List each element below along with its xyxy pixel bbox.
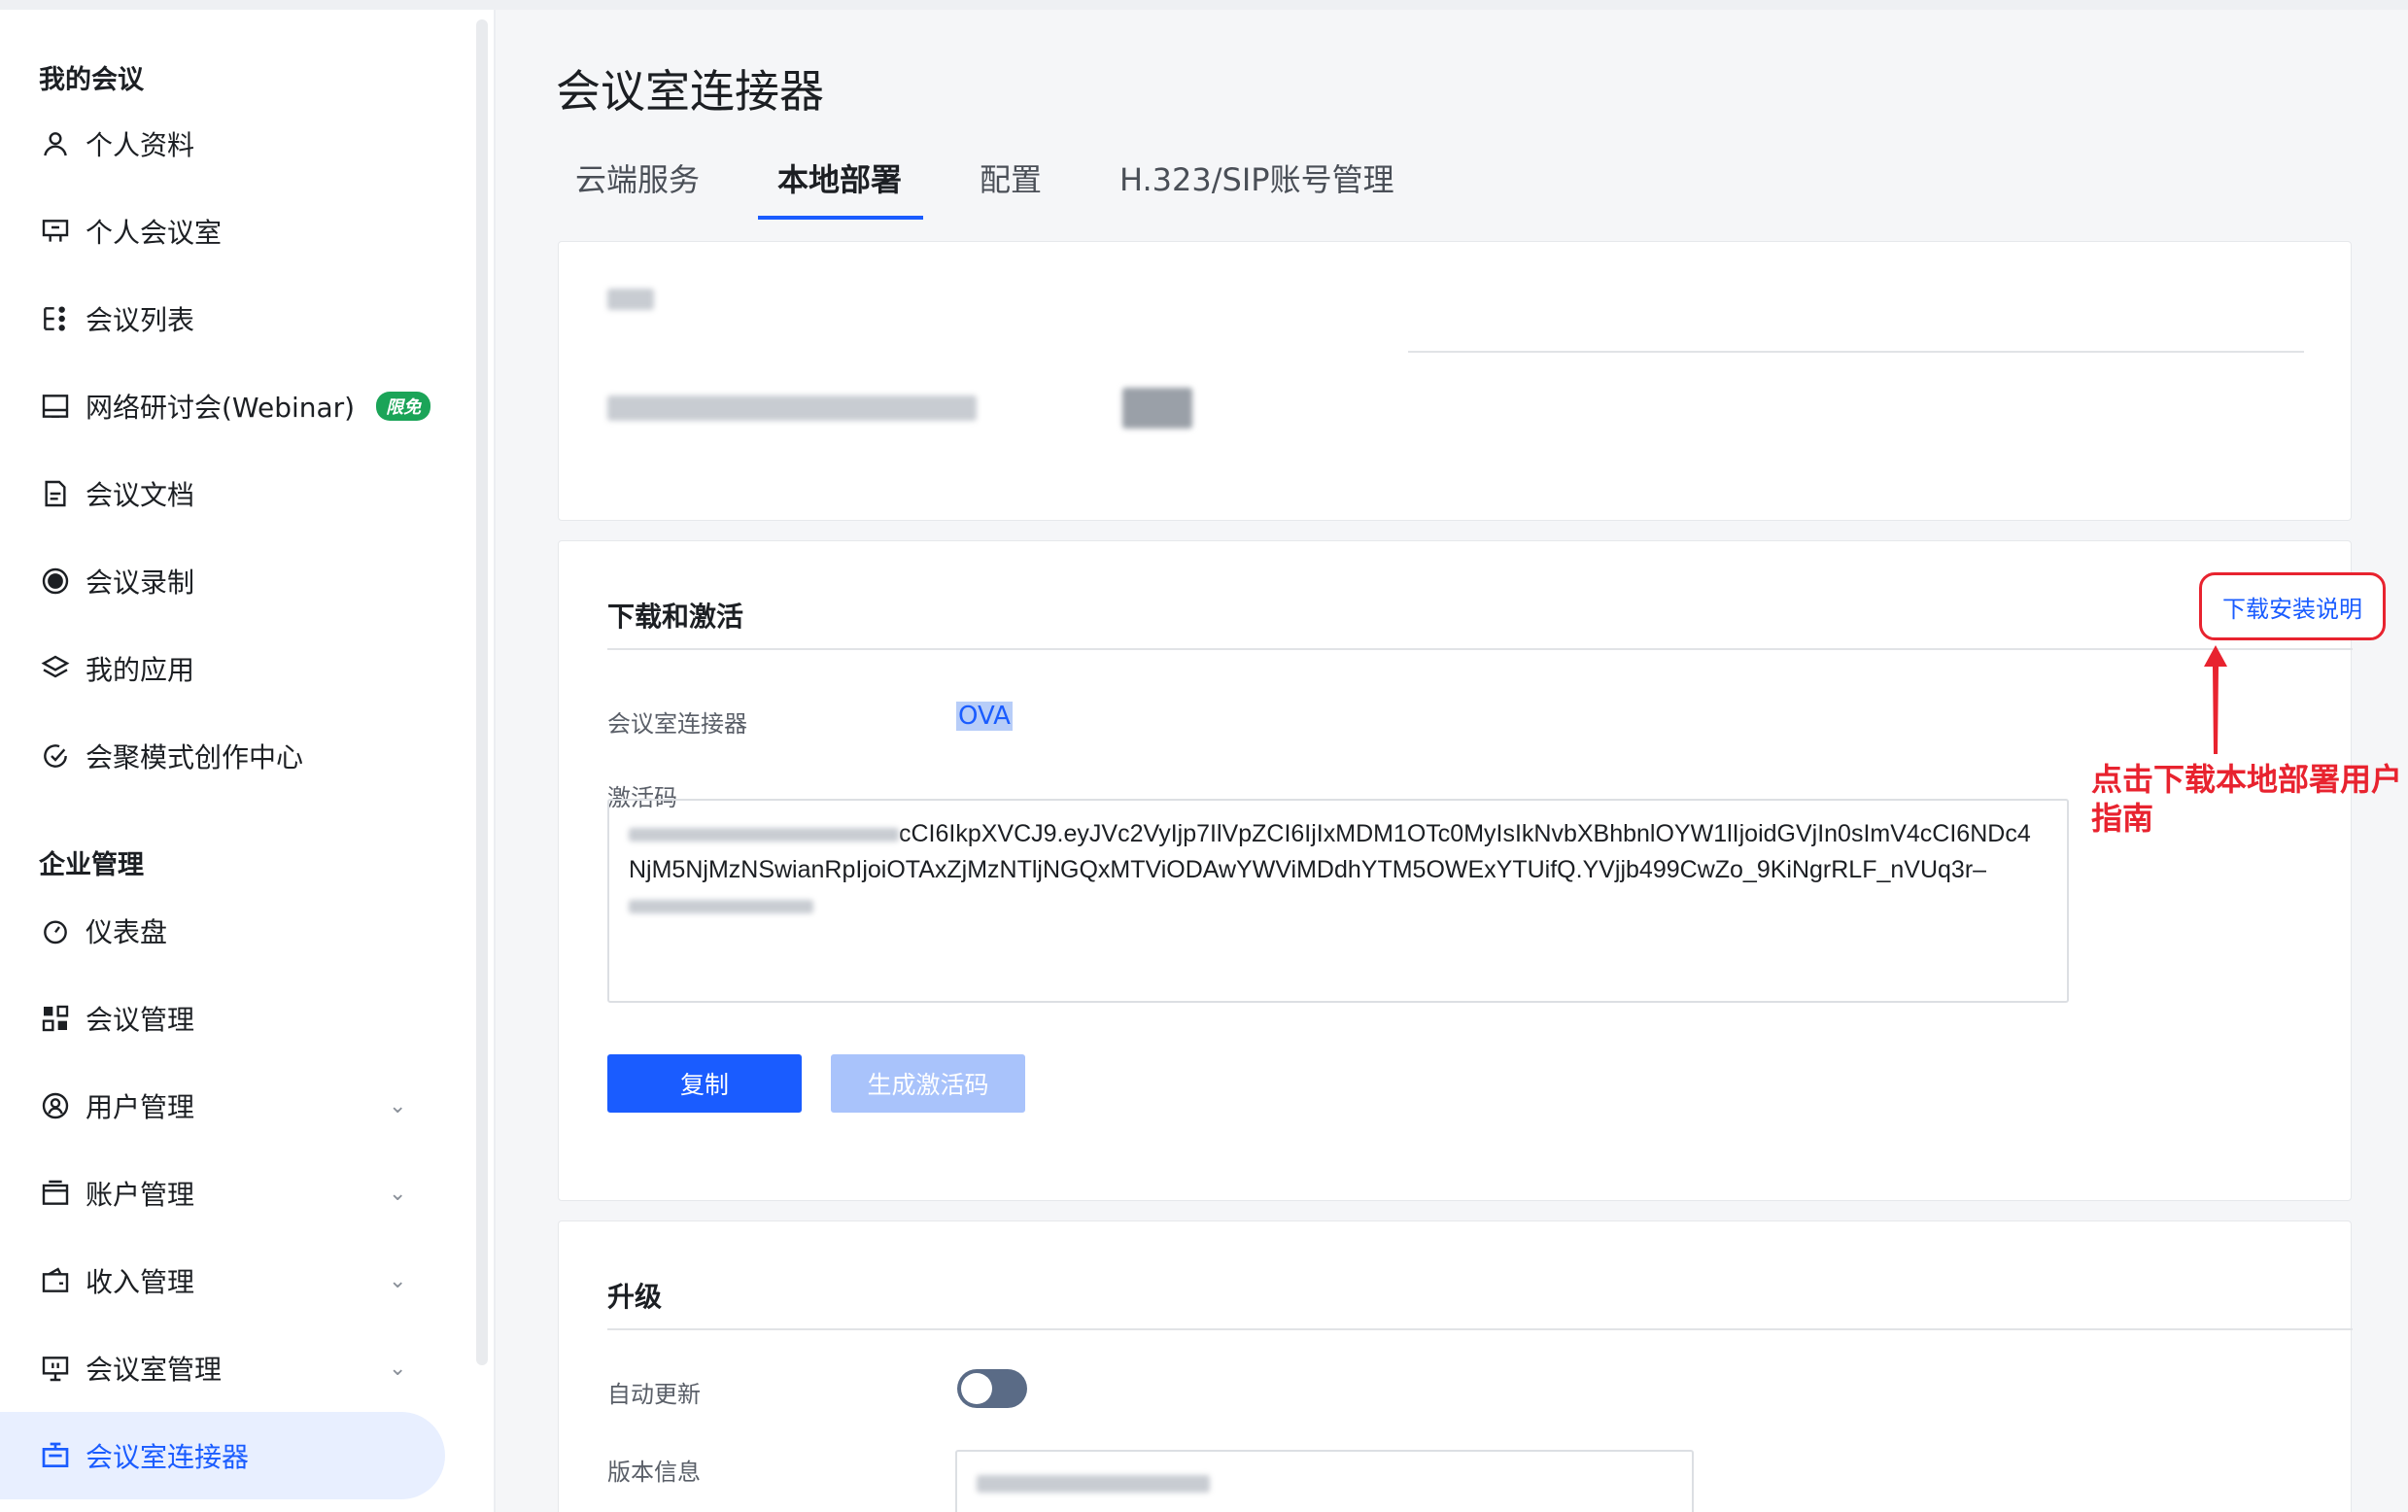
- sidebar-item-label: 收入管理: [86, 1266, 195, 1298]
- sidebar-item-room-manage[interactable]: 会议室管理 ⌄: [0, 1324, 445, 1412]
- sidebar: 我的会议 个人资料 个人会议室 会议列表 网络研讨会(Webinar) 限免 会…: [0, 10, 496, 1512]
- connector-type-value[interactable]: OVA: [956, 702, 1013, 731]
- webinar-icon: [39, 390, 72, 423]
- divider: [607, 1328, 2353, 1330]
- annotation-text: 点击下载本地部署用户指南: [2091, 761, 2403, 837]
- sidebar-item-label: 会聚模式创作中心: [86, 741, 304, 773]
- divider: [607, 648, 2353, 650]
- account-icon: [39, 1177, 72, 1210]
- annotation-arrow-icon: [2204, 645, 2227, 754]
- apps-icon: [39, 652, 72, 685]
- sidebar-item-label: 账户管理: [86, 1179, 195, 1211]
- sidebar-item-webinar[interactable]: 网络研讨会(Webinar) 限免: [0, 362, 445, 450]
- connector-icon: [39, 1439, 72, 1472]
- tab-local-deploy[interactable]: 本地部署: [777, 155, 902, 200]
- document-icon: [39, 477, 72, 510]
- record-icon: [39, 565, 72, 598]
- tab-sip-accounts[interactable]: H.323/SIP账号管理: [1119, 155, 1394, 200]
- sidebar-item-label: 网络研讨会(Webinar): [86, 392, 356, 424]
- connector-label: 会议室连接器: [607, 710, 747, 738]
- activation-code-textarea[interactable]: cCI6IkpXVCJ9.eyJVc2VyIjp7IlVpZCI6IjIxMDM…: [607, 799, 2069, 1003]
- sidebar-item-label: 会议文档: [86, 479, 195, 511]
- grid-icon: [39, 1002, 72, 1035]
- upgrade-card: 升级 自动更新 版本信息: [558, 1220, 2353, 1512]
- sidebar-scrollbar[interactable]: [476, 19, 488, 1365]
- sidebar-item-recording[interactable]: 会议录制: [0, 537, 445, 625]
- sidebar-item-label: 会议室连接器: [86, 1441, 250, 1473]
- dashboard-icon: [39, 914, 72, 947]
- redacted-text: [607, 289, 654, 310]
- sidebar-item-creation-center[interactable]: 会聚模式创作中心: [0, 712, 445, 800]
- download-guide-button[interactable]: 下载安装说明: [2199, 572, 2386, 640]
- sidebar-item-label: 个人资料: [86, 129, 195, 161]
- version-label: 版本信息: [607, 1459, 701, 1486]
- auto-update-toggle[interactable]: [957, 1369, 1027, 1408]
- sidebar-item-revenue-manage[interactable]: 收入管理 ⌄: [0, 1237, 445, 1324]
- meeting-room-icon: [39, 215, 72, 248]
- sidebar-item-label: 会议录制: [86, 567, 195, 599]
- section-enterprise: 企业管理: [39, 850, 144, 880]
- sidebar-item-my-apps[interactable]: 我的应用: [0, 625, 445, 712]
- sidebar-item-dashboard[interactable]: 仪表盘: [0, 887, 445, 975]
- info-card: [558, 241, 2352, 521]
- redacted-text: [607, 395, 977, 421]
- sidebar-item-account-manage[interactable]: 账户管理 ⌄: [0, 1150, 445, 1237]
- sidebar-item-personal-room[interactable]: 个人会议室: [0, 188, 445, 275]
- list-icon: [39, 302, 72, 335]
- creation-icon: [39, 739, 72, 773]
- tab-config[interactable]: 配置: [980, 155, 1042, 200]
- user-icon: [39, 127, 72, 160]
- room-manage-icon: [39, 1352, 72, 1385]
- generate-code-button[interactable]: 生成激活码: [831, 1054, 1025, 1113]
- sidebar-item-profile[interactable]: 个人资料: [0, 100, 445, 188]
- sidebar-item-label: 仪表盘: [86, 916, 168, 948]
- active-tab-indicator: [758, 216, 923, 220]
- redacted-text: [629, 828, 899, 842]
- toggle-knob: [961, 1373, 992, 1404]
- chevron-down-icon[interactable]: ⌄: [389, 1094, 406, 1118]
- auto-update-label: 自动更新: [607, 1381, 701, 1408]
- sidebar-item-label: 会议列表: [86, 304, 195, 336]
- redacted-text: [629, 900, 813, 914]
- free-badge: 限免: [376, 392, 431, 421]
- sidebar-item-meeting-list[interactable]: 会议列表: [0, 275, 445, 362]
- sidebar-item-label: 我的应用: [86, 654, 195, 686]
- chevron-down-icon[interactable]: ⌄: [389, 1182, 406, 1206]
- sidebar-item-meeting-manage[interactable]: 会议管理: [0, 975, 445, 1062]
- wallet-icon: [39, 1264, 72, 1297]
- top-bar: [0, 0, 2408, 10]
- sidebar-item-label: 会议室管理: [86, 1354, 223, 1386]
- chevron-down-icon[interactable]: ⌄: [389, 1357, 406, 1381]
- copy-button[interactable]: 复制: [607, 1054, 802, 1113]
- sidebar-item-label: 用户管理: [86, 1091, 195, 1123]
- section-my-meetings: 我的会议: [39, 65, 144, 95]
- tab-cloud-service[interactable]: 云端服务: [575, 155, 700, 200]
- users-icon: [39, 1089, 72, 1122]
- redacted-toggle: [1122, 388, 1192, 429]
- sidebar-item-label: 会议管理: [86, 1004, 195, 1036]
- card-title: 下载和激活: [607, 601, 744, 633]
- card-title: 升级: [607, 1281, 663, 1313]
- download-activate-card: 下载和激活 下载安装说明 会议室连接器 OVA 激活码 cCI6IkpXVCJ9…: [558, 540, 2386, 1201]
- version-info-box: [955, 1450, 1694, 1512]
- redacted-text: [977, 1475, 1210, 1493]
- sidebar-item-room-connector[interactable]: 会议室连接器: [0, 1412, 445, 1499]
- sidebar-item-label: 个人会议室: [86, 217, 223, 249]
- chevron-down-icon[interactable]: ⌄: [389, 1269, 406, 1293]
- sidebar-item-user-manage[interactable]: 用户管理 ⌄: [0, 1062, 445, 1150]
- divider: [1408, 351, 2304, 353]
- page-title: 会议室连接器: [556, 65, 824, 118]
- sidebar-item-documents[interactable]: 会议文档: [0, 450, 445, 537]
